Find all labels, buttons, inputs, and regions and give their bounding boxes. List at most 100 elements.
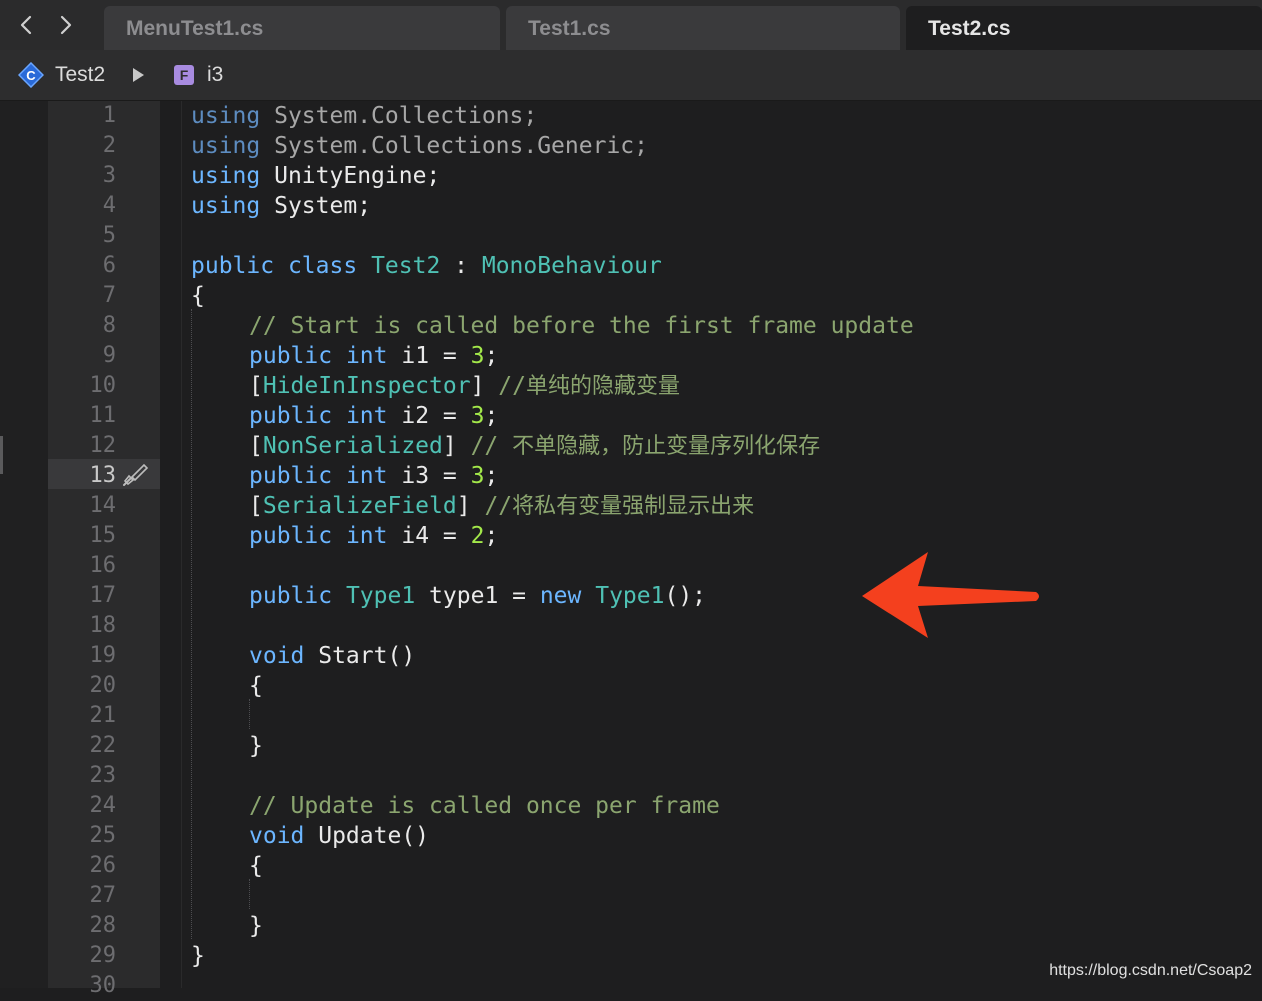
field-icon: F [174, 65, 194, 85]
annotation-arrow-icon [862, 552, 1039, 638]
line-number: 15 [89, 523, 117, 548]
number-literal: 3 [470, 343, 485, 369]
comment: // [470, 493, 513, 519]
keyword: public [191, 253, 275, 279]
line-number: 8 [102, 313, 116, 338]
tab-label: Test2.cs [928, 17, 1011, 40]
punctuation: [ [249, 433, 263, 459]
punctuation: ; [484, 523, 499, 549]
class-name: Test2 [371, 253, 441, 279]
punctuation: (); [664, 583, 707, 609]
punctuation: [ [249, 493, 263, 519]
code-line: public Type1 type1 = new Type1(); [249, 581, 706, 611]
line-number: 4 [102, 193, 116, 218]
line-number: 21 [89, 703, 117, 728]
keyword: int [345, 523, 388, 549]
attribute: HideInInspector [262, 373, 471, 399]
line-number: 27 [89, 883, 117, 908]
line-number: 28 [89, 913, 117, 938]
comment: // [456, 433, 513, 459]
keyword: using [191, 163, 261, 189]
keyword: int [345, 463, 388, 489]
identifier: type1 = [415, 583, 540, 609]
keyword: new [539, 583, 582, 609]
code-line: { [191, 283, 205, 309]
back-chevron-icon[interactable] [14, 12, 38, 38]
namespace: System.Collections.Generic; [274, 133, 648, 159]
code-line: using UnityEngine; [191, 161, 440, 191]
code-editor[interactable]: using System.Collections; using System.C… [191, 101, 1251, 988]
breadcrumb-class[interactable]: C Test2 [18, 50, 105, 100]
edit-brush-icon[interactable] [120, 462, 150, 488]
code-line: void Update() [249, 821, 429, 851]
code-line: // Start is called before the first fram… [249, 311, 914, 341]
keyword: public [249, 523, 333, 549]
punctuation: ; [484, 403, 499, 429]
tab-test1[interactable]: Test1.cs [506, 6, 900, 50]
code-line: } [249, 913, 263, 939]
identifier: i3 = [387, 463, 471, 489]
tab-bar: MenuTest1.cs Test1.cs Test2.cs [0, 0, 1262, 50]
code-line: using System.Collections; [191, 101, 537, 131]
line-number: 29 [89, 943, 117, 968]
comment: // Update is called once per frame [249, 793, 720, 819]
type-name: Type1 [595, 583, 665, 609]
line-number: 18 [89, 613, 117, 638]
tab-menutest1[interactable]: MenuTest1.cs [104, 6, 500, 50]
code-line: void Start() [249, 641, 415, 671]
keyword: public [249, 403, 333, 429]
keyword: int [345, 403, 388, 429]
line-number: 3 [102, 163, 116, 188]
code-line: { [249, 673, 263, 699]
identifier: i4 = [387, 523, 471, 549]
code-line: [SerializeField] //将私有变量强制显示出来 [249, 491, 754, 521]
breadcrumb: C Test2 F i3 [0, 50, 1262, 101]
code-line: [NonSerialized] // 不单隐藏，防止变量序列化保存 [249, 431, 820, 461]
line-number: 25 [89, 823, 117, 848]
namespace: System; [274, 193, 372, 219]
watermark: https://blog.csdn.net/Csoap2 [1049, 962, 1252, 979]
keyword: using [191, 103, 261, 129]
comment: 单纯的隐藏变量 [525, 374, 680, 399]
gutter-divider [181, 101, 182, 988]
code-line: } [249, 733, 263, 759]
code-line: } [191, 943, 205, 969]
code-line: // Update is called once per frame [249, 791, 720, 821]
line-number: 22 [89, 733, 117, 758]
editor-left-margin [0, 101, 48, 988]
code-line: public int i1 = 3; [249, 341, 498, 371]
punctuation: ; [484, 463, 499, 489]
keyword: int [345, 343, 388, 369]
base-class: MonoBehaviour [481, 253, 662, 279]
punctuation: ] [456, 493, 471, 519]
type-name: Type1 [345, 583, 416, 609]
line-number: 10 [89, 373, 117, 398]
comment: 将私有变量强制显示出来 [512, 494, 755, 519]
keyword: void [249, 643, 305, 669]
method-name: Update() [304, 823, 430, 849]
breadcrumb-field[interactable]: F i3 [174, 50, 223, 100]
line-number: 26 [89, 853, 117, 878]
line-number: 23 [89, 763, 117, 788]
breadcrumb-field-name: i3 [207, 63, 224, 86]
tab-label: MenuTest1.cs [126, 17, 264, 40]
code-line: using System; [191, 191, 371, 221]
code-line: [HideInInspector] //单纯的隐藏变量 [249, 371, 680, 401]
code-line: public int i2 = 3; [249, 401, 498, 431]
namespace: System.Collections; [274, 103, 538, 129]
forward-chevron-icon[interactable] [54, 12, 78, 38]
tab-label: Test1.cs [528, 17, 611, 40]
number-literal: 3 [470, 403, 485, 429]
comment: 不单隐藏，防止变量序列化保存 [512, 434, 821, 459]
identifier: i1 = [387, 343, 471, 369]
code-line: { [249, 853, 263, 879]
method-name: Start() [304, 643, 416, 669]
line-number: 20 [89, 673, 117, 698]
line-number: 2 [102, 133, 116, 158]
line-numbers: 1 2 3 4 5 6 7 8 9 10 11 12 13 14 15 16 1… [48, 101, 160, 998]
tab-test2[interactable]: Test2.cs [906, 6, 1262, 50]
number-literal: 3 [470, 463, 485, 489]
class-icon: C [18, 62, 44, 88]
breadcrumb-separator-icon [133, 68, 144, 82]
line-number: 14 [89, 493, 117, 518]
